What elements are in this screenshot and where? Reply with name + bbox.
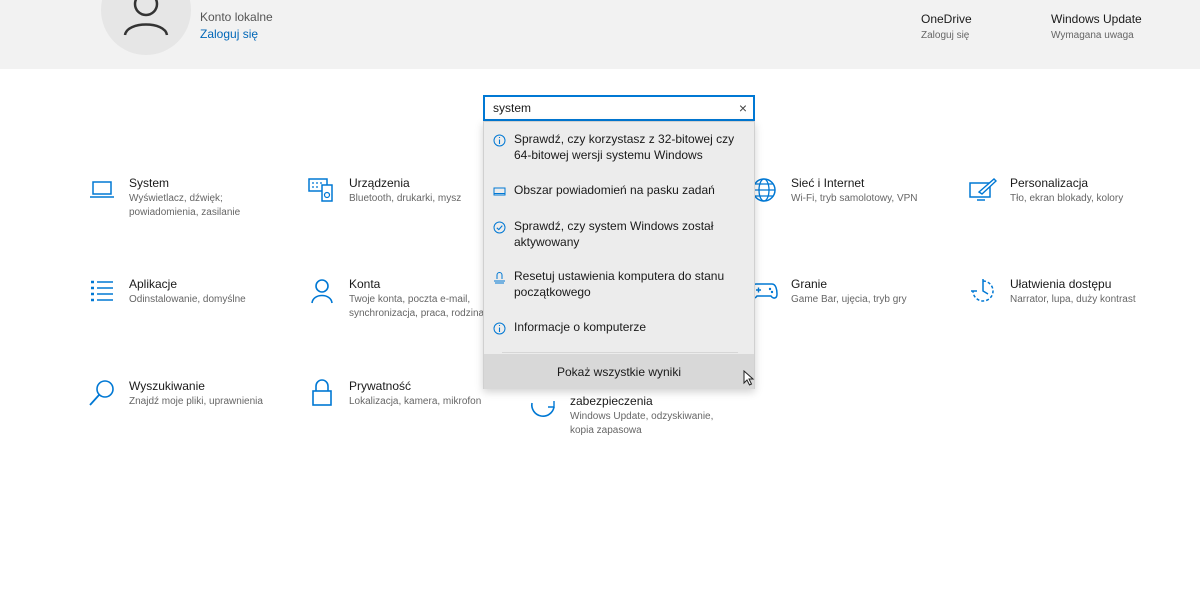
suggestion-item[interactable]: Informacje o komputerze [484,319,754,335]
category-gaming[interactable]: Granie Game Bar, ujęcia, tryb gry [749,276,951,307]
suggestion-label: Informacje o komputerze [514,320,647,334]
suggestion-item[interactable]: Sprawdź, czy system Windows został aktyw… [484,218,754,250]
category-privacy[interactable]: Prywatność Lokalizacja, kamera, mikrofon [307,378,509,409]
reset-pc-icon [493,272,505,284]
search-icon [87,378,117,408]
suggestion-item[interactable]: Obszar powiadomień na pasku zadań [484,182,754,198]
category-title: Granie [791,277,828,291]
category-title: Personalizacja [1010,176,1089,190]
category-desc: Odinstalowanie, domyślne [129,294,246,305]
suggestion-label: Obszar powiadomień na pasku zadań [514,183,715,197]
category-search[interactable]: Wyszukiwanie Znajdź moje pliki, uprawnie… [87,378,289,409]
category-accessibility[interactable]: Ułatwienia dostępu Narrator, lupa, duży … [968,276,1170,307]
mouse-cursor-icon [743,370,755,386]
search-input[interactable] [485,97,715,119]
category-desc: Narrator, lupa, duży kontrast [1010,294,1136,305]
search-suggestions-dropdown: Sprawdź, czy korzystasz z 32-bitowej czy… [483,121,755,389]
category-desc: Wyświetlacz, dźwięk; powiadomienia, zasi… [129,193,241,218]
onedrive-status[interactable]: OneDrive Zaloguj się [921,12,972,41]
category-desc: Lokalizacja, kamera, mikrofon [349,396,482,407]
category-title: Sieć i Internet [791,176,865,190]
suggestion-label: Resetuj ustawienia komputera do stanu po… [514,269,725,299]
category-personalization[interactable]: Personalizacja Tło, ekran blokady, kolor… [968,175,1170,206]
category-devices[interactable]: Urządzenia Bluetooth, drukarki, mysz [307,175,509,206]
category-title: Wyszukiwanie [129,379,205,393]
clear-search-icon[interactable]: × [739,100,747,116]
paint-icon [968,175,998,205]
windows-update-title: Windows Update [1051,12,1142,26]
account-type-label: Konto lokalne [200,10,273,24]
settings-search-box[interactable]: × [483,95,755,121]
category-title: Ułatwienia dostępu [1010,277,1112,291]
windows-update-subtitle: Wymagana uwaga [1051,30,1134,41]
category-desc: Windows Update, odzyskiwanie, kopia zapa… [570,411,714,436]
suggestion-label: Sprawdź, czy system Windows został aktyw… [514,219,714,249]
category-desc: Wi-Fi, tryb samolotowy, VPN [791,193,918,204]
category-title: Aplikacje [129,277,178,291]
suggestion-label: Sprawdź, czy korzystasz z 32-bitowej czy… [514,132,735,162]
category-update-security[interactable]: zabezpieczenia Windows Update, odzyskiwa… [528,393,730,438]
apps-list-icon [87,276,117,306]
person-icon [123,0,169,36]
category-desc: Game Bar, ujęcia, tryb gry [791,294,907,305]
check-circle-icon [493,221,505,234]
windows-update-status[interactable]: Windows Update Wymagana uwaga [1051,12,1142,41]
category-accounts[interactable]: Konta Twoje konta, poczta e-mail, synchr… [307,276,509,321]
info-icon [493,322,505,335]
notification-area-icon [493,187,505,196]
category-system[interactable]: System Wyświetlacz, dźwięk; powiadomieni… [87,175,289,220]
category-apps[interactable]: Aplikacje Odinstalowanie, domyślne [87,276,289,307]
suggestion-item[interactable]: Sprawdź, czy korzystasz z 32-bitowej czy… [484,131,754,163]
category-title: zabezpieczenia [570,394,653,408]
account-header: Konto lokalne Zaloguj się OneDrive Zalog… [0,0,1200,69]
devices-icon [307,175,337,205]
accessibility-icon [968,276,998,306]
lock-icon [307,378,337,408]
suggestion-item[interactable]: Resetuj ustawienia komputera do stanu po… [484,268,754,300]
category-title: System [129,176,170,190]
category-desc: Tło, ekran blokady, kolory [1010,193,1124,204]
avatar[interactable] [101,0,191,55]
show-all-results-button[interactable]: Pokaż wszystkie wyniki [484,354,754,389]
sign-in-link[interactable]: Zaloguj się [200,27,258,41]
category-desc: Znajdź moje pliki, uprawnienia [129,396,263,407]
onedrive-title: OneDrive [921,12,972,26]
category-network[interactable]: Sieć i Internet Wi-Fi, tryb samolotowy, … [749,175,951,206]
laptop-icon [87,175,117,205]
update-icon [528,393,558,423]
info-icon [493,134,505,147]
onedrive-subtitle: Zaloguj się [921,30,970,41]
person-icon [307,276,337,306]
dropdown-divider [502,352,738,353]
